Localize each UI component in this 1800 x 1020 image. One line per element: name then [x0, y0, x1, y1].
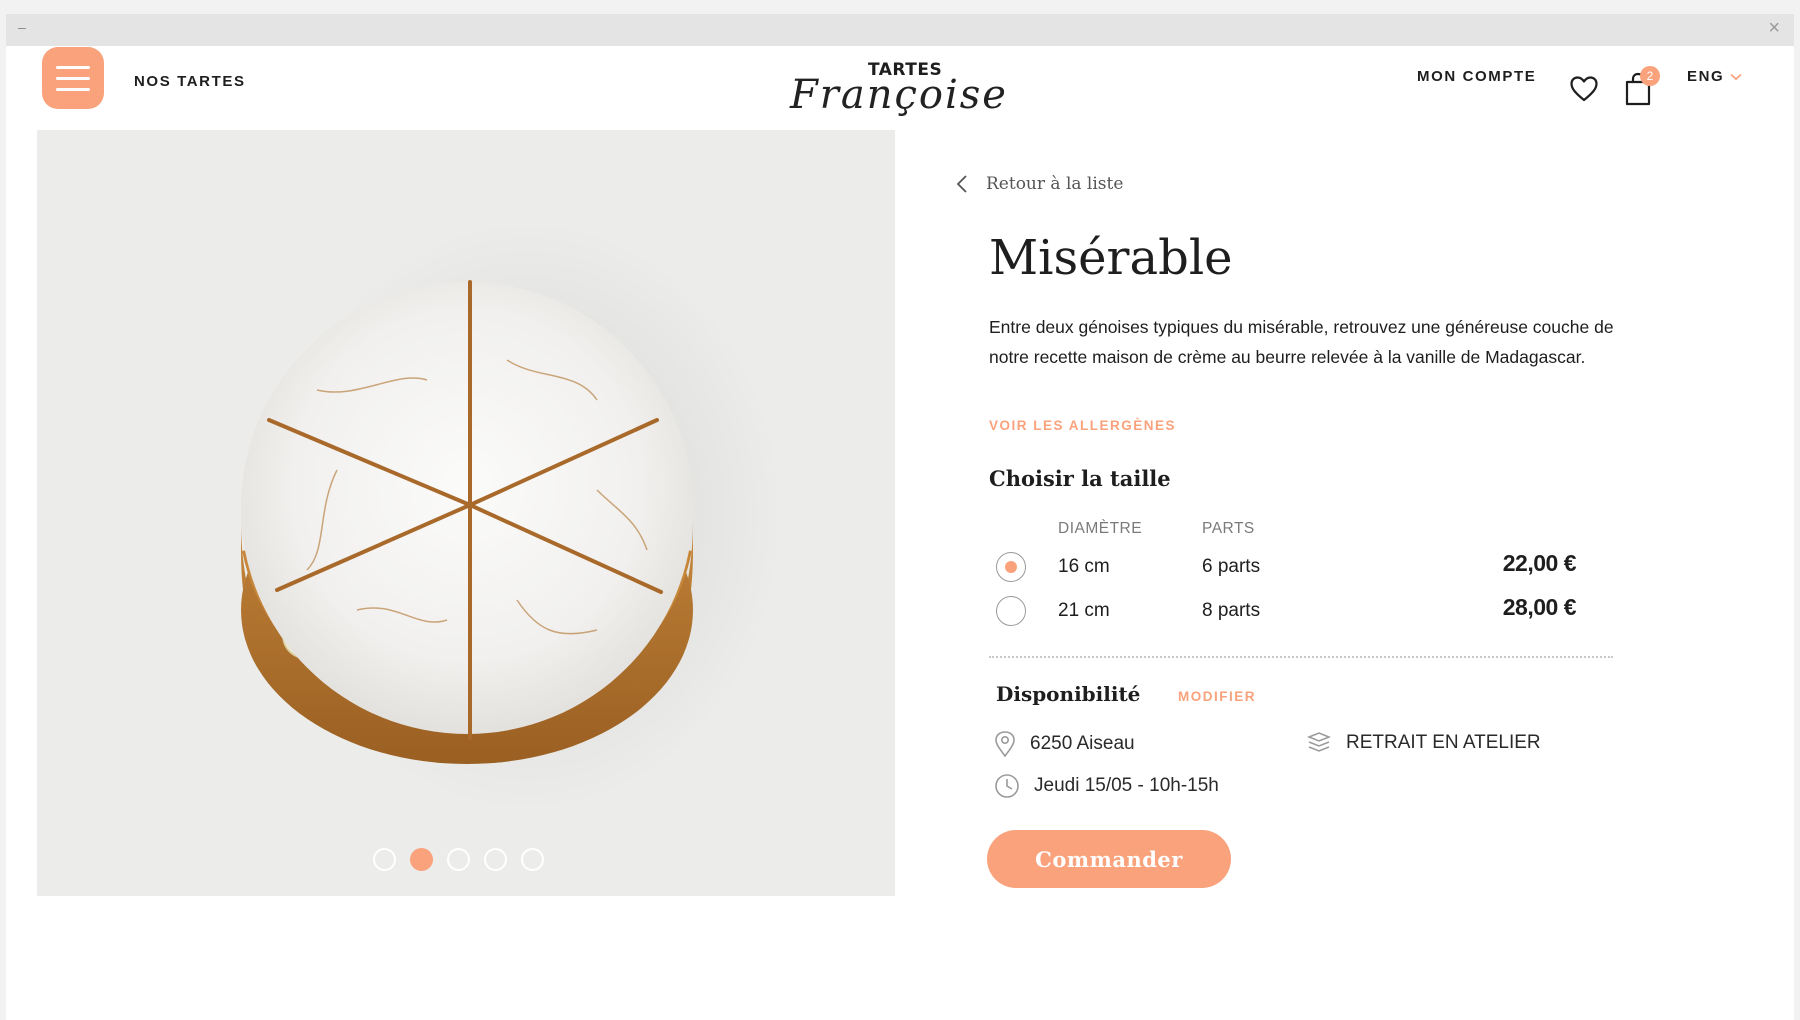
back-label: Retour à la liste — [986, 174, 1124, 194]
my-account-link[interactable]: MON COMPTE — [1417, 68, 1536, 85]
minimize-icon[interactable]: – — [18, 19, 26, 35]
order-button[interactable]: Commander — [987, 830, 1231, 888]
product-description: Entre deux génoises typiques du misérabl… — [989, 317, 1614, 367]
cake-image — [241, 280, 693, 764]
size-option-row[interactable]: 21 cm 8 parts 28,00 € — [996, 594, 1577, 628]
carousel-dots — [373, 848, 544, 871]
size-radio-selected[interactable] — [996, 552, 1026, 582]
size-parts: 6 parts — [1202, 556, 1261, 577]
availability-title: Disponibilité — [996, 682, 1141, 706]
cart-count-badge: 2 — [1640, 66, 1660, 86]
pickup-icon — [1306, 732, 1332, 752]
pickup-slot-text: Jeudi 15/05 - 10h-15h — [1034, 775, 1219, 796]
pickup-mode: RETRAIT EN ATELIER — [1306, 731, 1541, 755]
language-label: ENG — [1687, 68, 1725, 85]
size-diameter: 21 cm — [1058, 600, 1110, 621]
carousel-dot[interactable] — [521, 848, 544, 871]
nav-link-nos-tartes[interactable]: NOS TARTES — [134, 73, 246, 90]
product-title: Misérable — [989, 230, 1233, 286]
clock-icon — [995, 774, 1019, 798]
size-parts: 8 parts — [1202, 600, 1261, 621]
carousel-dot[interactable] — [447, 848, 470, 871]
column-header-diameter: DIAMÈTRE — [1058, 520, 1143, 537]
menu-icon-line — [56, 87, 90, 91]
menu-button[interactable] — [42, 47, 104, 109]
chevron-down-icon — [1730, 73, 1742, 80]
section-divider — [989, 656, 1613, 658]
modify-availability-link[interactable]: MODIFIER — [1178, 689, 1256, 704]
logo-script-text: Françoise — [790, 72, 1008, 118]
pickup-location: 6250 Aiseau — [994, 730, 1135, 758]
chevron-left-icon — [956, 175, 967, 193]
carousel-dot-active[interactable] — [410, 848, 433, 871]
size-price: 28,00 € — [1502, 594, 1577, 620]
pickup-mode-text: RETRAIT EN ATELIER — [1346, 732, 1541, 753]
allergens-link[interactable]: VOIR LES ALLERGÈNES — [989, 418, 1176, 433]
language-selector[interactable]: ENG — [1687, 68, 1742, 85]
size-diameter: 16 cm — [1058, 556, 1110, 577]
column-header-parts: PARTS — [1202, 520, 1255, 537]
heart-icon[interactable] — [1570, 76, 1598, 102]
size-section-title: Choisir la taille — [989, 466, 1171, 491]
menu-icon-line — [56, 65, 90, 69]
location-pin-icon — [995, 731, 1015, 758]
location-text: 6250 Aiseau — [1030, 733, 1135, 754]
close-icon[interactable]: × — [1768, 18, 1780, 38]
carousel-dot[interactable] — [373, 848, 396, 871]
title-bar: – × — [6, 14, 1794, 46]
size-price: 22,00 € — [1502, 550, 1577, 576]
product-image-carousel[interactable] — [37, 130, 895, 896]
size-radio[interactable] — [996, 596, 1026, 626]
menu-icon-line — [56, 76, 90, 80]
brand-logo[interactable]: TARTES Françoise — [790, 60, 1010, 124]
pickup-slot: Jeudi 15/05 - 10h-15h — [994, 773, 1219, 799]
back-to-list-link[interactable]: Retour à la liste — [956, 174, 1123, 194]
size-option-row[interactable]: 16 cm 6 parts 22,00 € — [996, 550, 1577, 584]
carousel-dot[interactable] — [484, 848, 507, 871]
